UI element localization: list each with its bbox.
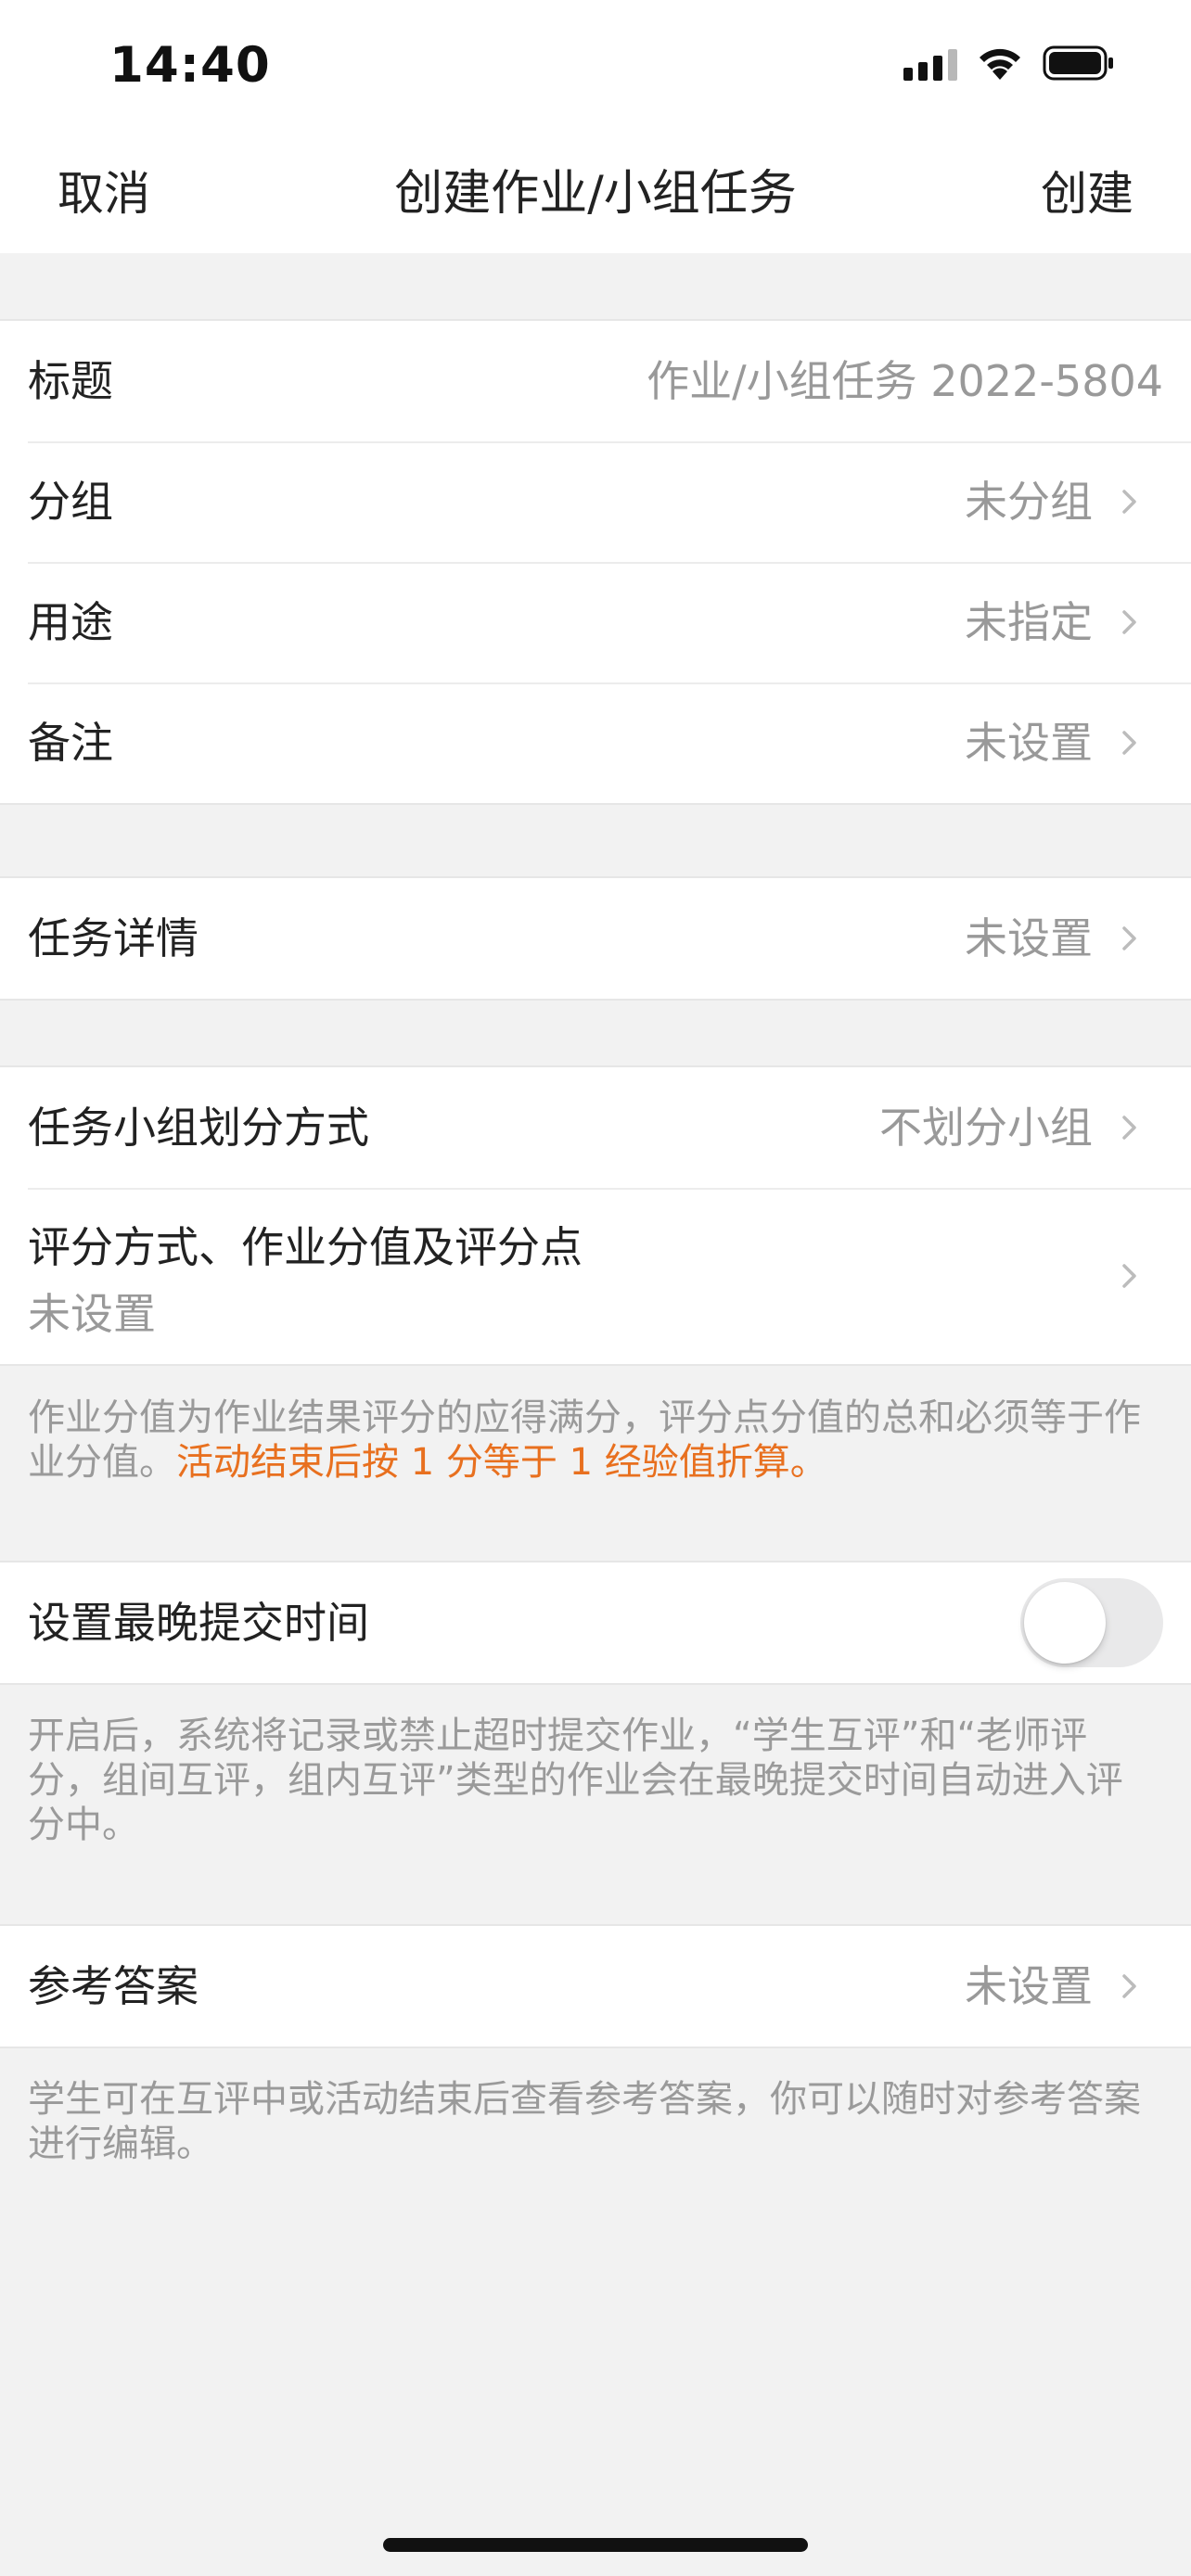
scoring-label: 评分方式、作业分值及评分点	[28, 1222, 583, 1272]
scoring-row[interactable]: 评分方式、作业分值及评分点 未设置	[0, 1188, 1191, 1364]
wifi-icon	[980, 48, 1020, 80]
home-indicator	[383, 2538, 808, 2552]
chevron-right-icon	[1122, 1264, 1136, 1288]
purpose-value: 未指定	[965, 597, 1093, 647]
chevron-right-icon	[1122, 610, 1136, 634]
deadline-note: 开启后，系统将记录或禁止超时提交作业，“学生互评”和“老师评分，组间互评，组内互…	[28, 1715, 1123, 1846]
group-row[interactable]: 分组 未分组	[0, 441, 1191, 562]
task-details-row[interactable]: 任务详情 未设置	[0, 878, 1191, 999]
chevron-right-icon	[1122, 1116, 1136, 1140]
scoring-note-highlight: 活动结束后按 1 分等于 1 经验值折算。	[176, 1441, 827, 1484]
scoring-value: 未设置	[28, 1289, 156, 1339]
navigation-bar: 取消 创建作业/小组任务 创建	[0, 134, 1191, 253]
deadline-group: 设置最晚提交时间	[0, 1561, 1191, 1685]
create-button[interactable]: 创建	[1041, 134, 1133, 253]
answer-group: 参考答案 未设置	[0, 1924, 1191, 2048]
chevron-right-icon	[1122, 926, 1136, 950]
task-details-group: 任务详情 未设置	[0, 876, 1191, 1001]
purpose-row[interactable]: 用途 未指定	[0, 562, 1191, 682]
task-details-value: 未设置	[965, 913, 1093, 963]
chevron-right-icon	[1122, 490, 1136, 514]
chevron-right-icon	[1122, 1974, 1136, 1998]
title-row[interactable]: 标题 作业/小组任务 2022-5804	[0, 321, 1191, 441]
title-input[interactable]: 作业/小组任务 2022-5804	[647, 321, 1163, 441]
answer-note: 学生可在互评中或活动结束后查看参考答案，你可以随时对参考答案进行编辑。	[28, 2078, 1141, 2165]
battery-icon	[1043, 45, 1113, 81]
group-label: 分组	[28, 477, 113, 527]
title-label: 标题	[28, 356, 113, 406]
scoring-note: 作业分值为作业结果评分的应得满分，评分点分值的总和必须等于作业分值。活动结束后按…	[28, 1396, 1141, 1485]
chevron-right-icon	[1122, 731, 1136, 755]
group-value: 未分组	[965, 477, 1093, 527]
toggle-knob	[1024, 1582, 1106, 1664]
status-icons	[903, 45, 1115, 82]
group-division-value: 不划分小组	[879, 1103, 1093, 1153]
task-details-label: 任务详情	[28, 913, 198, 963]
deadline-toggle[interactable]	[1020, 1578, 1163, 1667]
deadline-label: 设置最晚提交时间	[28, 1598, 369, 1648]
group-division-label: 任务小组划分方式	[28, 1103, 369, 1153]
remark-label: 备注	[28, 718, 113, 768]
remark-value: 未设置	[965, 718, 1093, 768]
basic-info-group: 标题 作业/小组任务 2022-5804 分组 未分组 用途 未指定 备注 未设…	[0, 319, 1191, 805]
signal-icon	[903, 45, 957, 81]
answer-label: 参考答案	[28, 1961, 198, 2011]
status-bar: 14:40	[0, 0, 1191, 134]
remark-row[interactable]: 备注 未设置	[0, 682, 1191, 803]
page-title: 创建作业/小组任务	[394, 166, 797, 222]
answer-value: 未设置	[965, 1961, 1093, 2011]
answer-row[interactable]: 参考答案 未设置	[0, 1926, 1191, 2047]
group-division-row[interactable]: 任务小组划分方式 不划分小组	[0, 1067, 1191, 1188]
grouping-scoring-group: 任务小组划分方式 不划分小组 评分方式、作业分值及评分点 未设置	[0, 1065, 1191, 1366]
deadline-row: 设置最晚提交时间	[0, 1562, 1191, 1683]
purpose-label: 用途	[28, 597, 113, 647]
status-time: 14:40	[109, 37, 271, 94]
